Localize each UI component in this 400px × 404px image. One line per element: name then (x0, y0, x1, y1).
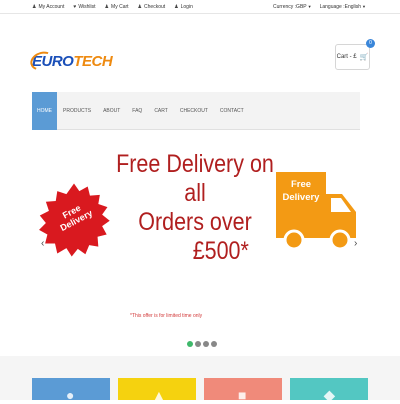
user-icon: ♟ (137, 4, 143, 10)
account-links: ♟ My Account ♥ Wishlist ♟ My Cart ♟ Chec… (32, 4, 202, 10)
checkout-label: Checkout (144, 4, 166, 10)
feature-tile-3[interactable]: ■ (204, 378, 282, 403)
tag-icon: ● (66, 387, 75, 403)
tag-icon: ■ (238, 387, 247, 403)
currency-label: Currency :GBP (273, 4, 307, 10)
truck-text: Free Delivery (280, 178, 322, 204)
slider-dot-2[interactable] (195, 341, 201, 347)
hero-slider: ‹ › Free Delivery Free Delivery on all O… (32, 134, 368, 356)
nav-about[interactable]: ABOUT (97, 92, 126, 130)
feature-tile-1[interactable]: ● (32, 378, 110, 403)
my-account-label: My Account (38, 4, 65, 10)
slider-pagination (187, 341, 217, 347)
nav-faq[interactable]: FAQ (126, 92, 148, 130)
promo-line-2: Orders over (138, 208, 252, 236)
locale-selectors: Currency :GBP▼ Language :English▼ (265, 4, 366, 10)
promo-headline: Free Delivery on all Orders over £500* (105, 150, 286, 266)
my-cart-link[interactable]: ♟ My Cart (105, 4, 129, 10)
heart-icon: ♥ (73, 4, 77, 10)
number-icon: ▲ (152, 387, 166, 403)
nav-cart[interactable]: CART (148, 92, 174, 130)
wishlist-link[interactable]: ♥ Wishlist (73, 4, 95, 10)
checkout-link[interactable]: ♟ Checkout (138, 4, 166, 10)
language-label: Language :English (319, 4, 362, 10)
truck-line-2: Delivery (282, 192, 320, 203)
login-link[interactable]: ♟ Login (174, 4, 193, 10)
nav-checkout[interactable]: CHECKOUT (174, 92, 214, 130)
my-account-link[interactable]: ♟ My Account (32, 4, 64, 10)
shopping-cart-icon: 🛒 (359, 54, 369, 61)
feature-band: ● ▲ ■ ◆ (0, 356, 400, 403)
caret-down-icon: ▼ (362, 4, 366, 9)
main-nav: HOME PRODUCTS ABOUT FAQ CART CHECKOUT CO… (32, 92, 360, 130)
cart-button[interactable]: Cart - £ 🛒 (335, 44, 370, 70)
wishlist-label: Wishlist (78, 4, 96, 10)
truck-line-1: Free (290, 179, 312, 190)
login-label: Login (180, 4, 193, 10)
eurotech-logo[interactable]: EURO TECH (27, 48, 113, 74)
caret-down-icon: ▼ (307, 4, 312, 9)
user-icon: ♟ (104, 4, 110, 10)
nav-products[interactable]: PRODUCTS (57, 92, 97, 130)
promo-amount: £500* (192, 237, 249, 265)
cart-count-badge: 0 (366, 39, 375, 48)
feature-tile-4[interactable]: ◆ (290, 378, 368, 403)
language-dropdown[interactable]: Language :English▼ (320, 4, 366, 10)
logo-tech-text: TECH (73, 52, 113, 70)
currency-dropdown[interactable]: Currency :GBP▼ (273, 4, 312, 10)
slider-dot-3[interactable] (203, 341, 209, 347)
user-icon: ♟ (174, 4, 179, 10)
user-icon: ♟ (32, 4, 37, 10)
nav-home[interactable]: HOME (32, 92, 57, 130)
top-bar: ♟ My Account ♥ Wishlist ♟ My Cart ♟ Chec… (0, 0, 400, 14)
slider-dot-1[interactable] (187, 341, 193, 347)
my-cart-label: My Cart (111, 4, 129, 10)
nav-contact[interactable]: CONTACT (214, 92, 250, 130)
offer-note: *This offer is for limited time only (130, 313, 203, 319)
cart-label: Cart - £ (336, 54, 357, 60)
tag-icon: ◆ (324, 387, 335, 403)
feature-tile-2[interactable]: ▲ (118, 378, 196, 403)
promo-line-1: Free Delivery on all (116, 150, 274, 207)
slider-dot-4[interactable] (211, 341, 217, 347)
